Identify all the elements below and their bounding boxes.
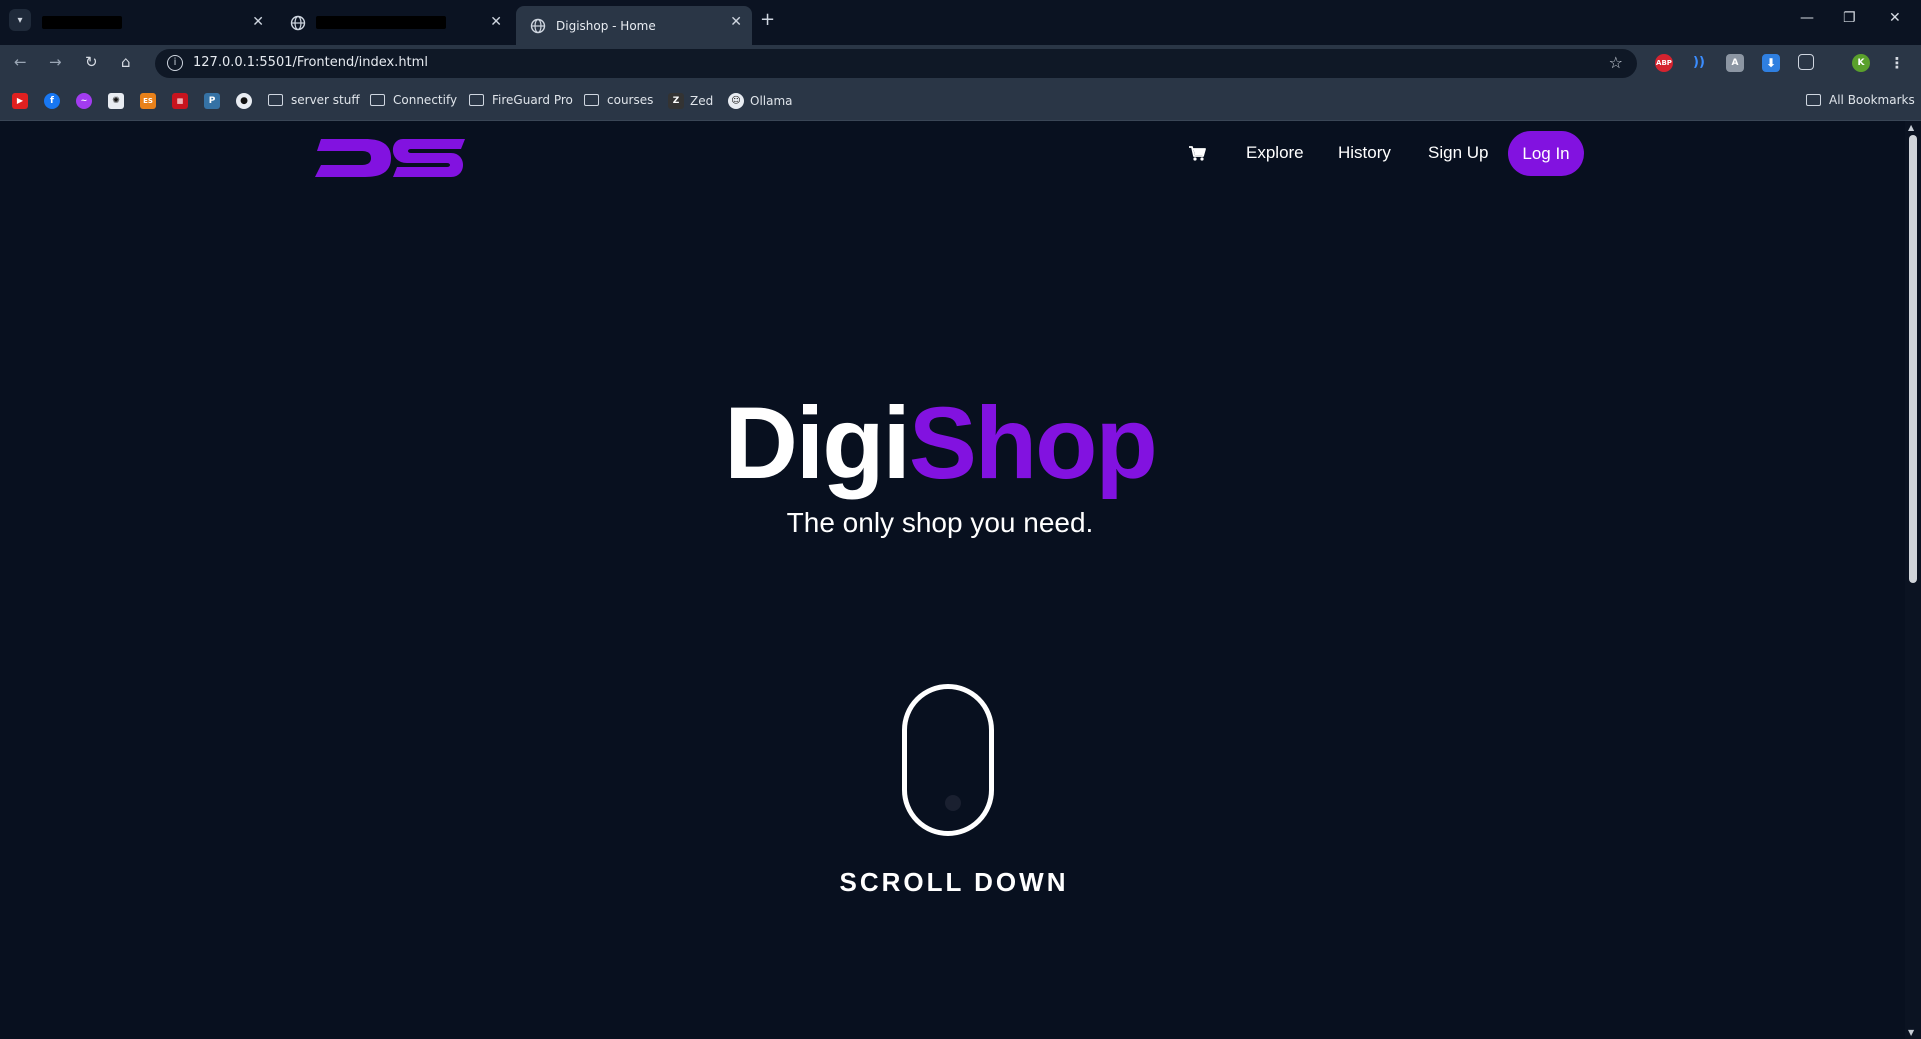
bookmark-label: FireGuard Pro [492,93,573,107]
hero-title-shop: Shop [908,386,1158,500]
back-icon[interactable]: ← [14,53,27,71]
bookmarks-bar: ▶ f ~ ✺ ES ▦ P ● server stuff Connectify… [0,82,1921,121]
orange-site-icon[interactable]: ES [140,93,156,109]
bookmark-label: All Bookmarks [1829,93,1915,107]
cart-icon[interactable] [1189,146,1206,161]
chatgpt-icon[interactable]: ✺ [108,93,124,109]
zed-icon: Z [668,93,684,109]
page-viewport [0,121,1905,1039]
all-bookmarks[interactable]: All Bookmarks [1806,93,1915,107]
hero-title: DigiShop [0,385,1880,502]
github-icon[interactable]: ● [236,93,252,109]
bookmark-star-icon[interactable]: ☆ [1609,53,1623,72]
facebook-icon[interactable]: f [44,93,60,109]
soundwave-extension-icon[interactable]: )) [1690,54,1708,72]
url-text: 127.0.0.1:5501/Frontend/index.html [193,55,428,70]
tab-search-button[interactable]: ▾ [9,9,31,31]
bookmark-label: Zed [690,94,714,108]
folder-icon [469,94,484,106]
folder-icon [1806,94,1821,106]
redacted-tab-title [42,16,122,29]
nav-signup-link[interactable]: Sign Up [1428,143,1488,163]
folder-icon [370,94,385,106]
bookmark-label: Connectify [393,93,458,107]
menu-kebab-icon[interactable]: ⋮ [1888,54,1906,72]
forward-icon[interactable]: → [49,53,62,71]
browser-tabstrip: ▾ ✕ ✕ Digishop - Home ✕ + — ❐ ✕ [0,0,1921,45]
site-info-icon[interactable]: i [167,55,183,71]
scroll-down-arrow-icon[interactable]: ▼ [1908,1028,1914,1037]
bookmark-folder-courses[interactable]: courses [584,93,653,107]
new-tab-icon[interactable]: + [760,9,775,30]
browser-tab-active[interactable]: Digishop - Home ✕ [516,6,752,45]
scrollbar-thumb[interactable] [1909,135,1917,583]
extensions-puzzle-icon[interactable] [1798,54,1814,70]
bookmark-folder-server-stuff[interactable]: server stuff [268,93,360,107]
bookmark-ollama[interactable]: ☺ Ollama [728,93,793,109]
home-icon[interactable]: ⌂ [121,53,131,71]
digishop-logo[interactable]: DS [315,137,467,179]
folder-icon [268,94,283,106]
scroll-down-label: SCROLL DOWN [839,867,1069,897]
scroll-up-arrow-icon[interactable]: ▲ [1908,123,1914,132]
python-icon[interactable]: P [204,93,220,109]
adblock-extension-icon[interactable]: ABP [1655,54,1673,72]
bookmark-folder-fireguard[interactable]: FireGuard Pro [469,93,573,107]
page-scrollbar[interactable]: ▲ ▼ [1905,121,1921,1039]
mouse-wheel-dot [945,795,961,811]
scroll-mouse-icon [902,684,994,836]
tab-title: Digishop - Home [556,18,656,33]
translate-extension-icon[interactable]: A [1726,54,1744,72]
bookmark-label: Ollama [750,94,793,108]
download-extension-icon[interactable]: ⬇ [1762,54,1780,72]
restore-icon[interactable]: ❐ [1843,10,1856,26]
hero-subtitle: The only shop you need. [786,507,1094,538]
browser-tab-2[interactable]: ✕ [276,6,512,39]
red-site-icon[interactable]: ▦ [172,93,188,109]
address-bar[interactable]: i 127.0.0.1:5501/Frontend/index.html ☆ [155,49,1637,78]
hero-title-digi: Digi [724,386,911,500]
browser-tab-1[interactable]: ✕ [38,6,274,39]
globe-icon [530,18,546,33]
messenger-icon[interactable]: ~ [76,93,92,109]
bookmark-zed[interactable]: Z Zed [668,93,713,109]
close-window-icon[interactable]: ✕ [1889,10,1901,26]
profile-avatar[interactable]: K [1852,54,1870,72]
globe-icon [290,15,306,30]
browser-toolbar: ← → ↻ ⌂ i 127.0.0.1:5501/Frontend/index.… [0,45,1921,82]
bookmark-label: server stuff [291,93,360,107]
redacted-tab-title [316,16,446,29]
login-button[interactable]: Log In [1508,131,1584,176]
close-tab-icon[interactable]: ✕ [730,14,742,30]
bookmark-label: courses [607,93,654,107]
reload-icon[interactable]: ↻ [85,53,98,71]
nav-explore-link[interactable]: Explore [1246,143,1304,163]
bookmark-folder-connectify[interactable]: Connectify [370,93,457,107]
close-tab-icon[interactable]: ✕ [490,14,502,30]
close-tab-icon[interactable]: ✕ [252,14,264,30]
ollama-icon: ☺ [728,93,744,109]
folder-icon [584,94,599,106]
minimize-icon[interactable]: — [1800,10,1814,26]
nav-history-link[interactable]: History [1338,143,1391,163]
youtube-icon[interactable]: ▶ [12,93,28,109]
logo-text: DS [315,137,317,138]
